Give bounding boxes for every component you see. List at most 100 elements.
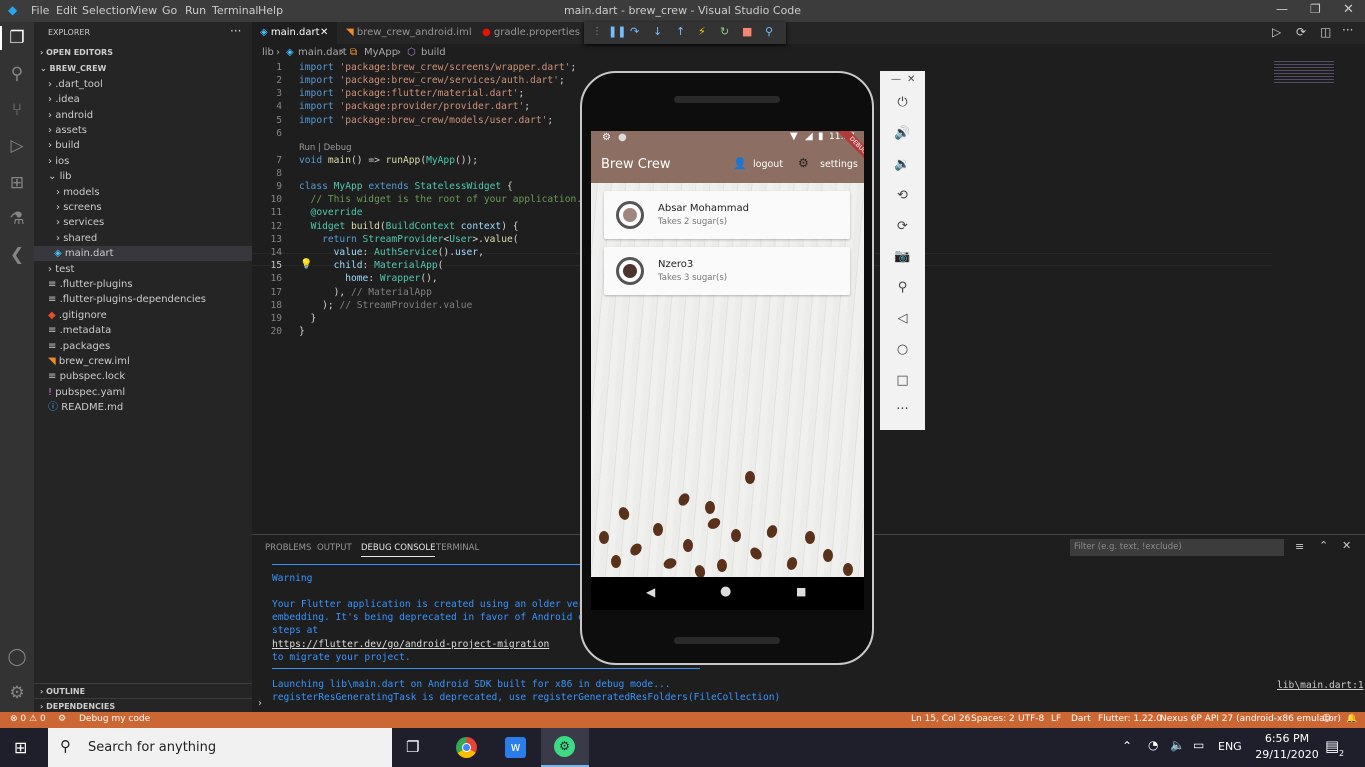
drag-handle-icon[interactable]: ⋮	[592, 26, 602, 37]
run-icon[interactable]: ▷	[1272, 25, 1281, 39]
volume-up-icon[interactable]: 🔊	[880, 126, 925, 141]
tree-item[interactable]: › ios	[34, 154, 252, 169]
settings-button[interactable]: settings	[820, 159, 858, 170]
battery-icon[interactable]: ▭	[1193, 738, 1204, 752]
network-icon[interactable]: ◔	[1148, 738, 1158, 752]
tree-item[interactable]: › screens	[34, 200, 252, 215]
minimize-emulator-icon[interactable]: —	[891, 74, 901, 85]
close-emulator-icon[interactable]: ✕	[907, 74, 915, 85]
tree-item[interactable]: ⌄ lib	[34, 169, 252, 184]
run-debug-icon[interactable]: ▷	[6, 135, 28, 157]
menu-go[interactable]: Go	[162, 4, 177, 17]
step-out-icon[interactable]: ↑	[676, 25, 685, 38]
tree-item[interactable]: ! pubspec.yaml	[34, 385, 252, 400]
extensions-icon[interactable]: ⊞	[6, 172, 28, 194]
tree-item[interactable]: ⓘ README.md	[34, 400, 252, 415]
tree-item[interactable]: ◥ brew_crew.iml	[34, 354, 252, 369]
tree-item[interactable]: ≡ .flutter-plugins-dependencies	[34, 292, 252, 307]
maximize-panel-icon[interactable]: ⌃	[1319, 539, 1328, 552]
tree-item[interactable]: ≡ .metadata	[34, 323, 252, 338]
stop-icon[interactable]: ■	[742, 25, 752, 38]
home-nav-icon[interactable]: ●	[720, 584, 731, 599]
hot-reload-icon[interactable]: ⚡	[698, 25, 706, 38]
chevron-up-icon[interactable]: ⌃	[1122, 739, 1132, 753]
pause-icon[interactable]: ❚❚	[608, 25, 626, 38]
action-center-icon[interactable]: ▤	[1325, 737, 1339, 755]
breadcrumb-class[interactable]: MyApp	[364, 47, 398, 58]
tree-item[interactable]: ≡ .flutter-plugins	[34, 277, 252, 292]
tab-brew-crew-iml[interactable]: ◥ brew_crew_android.iml	[338, 22, 473, 44]
menu-run[interactable]: Run	[185, 4, 206, 17]
back-icon[interactable]: ◁	[880, 311, 925, 326]
tab-problems[interactable]: PROBLEMS	[265, 543, 311, 553]
cursor-position[interactable]: Ln 15, Col 26	[911, 714, 970, 724]
menu-file[interactable]: File	[31, 4, 49, 17]
power-icon[interactable]: ⏻	[880, 95, 925, 110]
camera-icon[interactable]: 📷	[880, 249, 925, 264]
more-actions-icon[interactable]: ···	[230, 24, 241, 38]
step-over-icon[interactable]: ↷	[630, 25, 639, 38]
logout-button[interactable]: logout	[753, 159, 783, 170]
explorer-icon[interactable]: ❐	[6, 27, 28, 49]
close-window-icon[interactable]: ✕	[1343, 2, 1354, 17]
brew-card[interactable]: Nzero3 Takes 3 sugar(s)	[604, 247, 850, 295]
tree-item[interactable]: › .dart_tool	[34, 77, 252, 92]
android-studio-taskbar-item[interactable]: ⚙	[541, 728, 589, 767]
flutter-icon[interactable]: ❮	[6, 244, 28, 266]
recents-nav-icon[interactable]: ■	[796, 585, 806, 598]
tree-item[interactable]: › services	[34, 215, 252, 230]
tree-item[interactable]: ◆ .gitignore	[34, 308, 252, 323]
sway-app-icon[interactable]: w	[505, 737, 526, 758]
language-mode[interactable]: Dart	[1071, 714, 1091, 724]
bell-icon[interactable]: 🔔	[1346, 714, 1357, 724]
minimap[interactable]	[1274, 61, 1334, 85]
tree-item[interactable]: › models	[34, 185, 252, 200]
taskbar-search-box[interactable]: ⚲ Search for anything	[48, 728, 392, 767]
tree-item[interactable]: › .idea	[34, 92, 252, 107]
menu-edit[interactable]: Edit	[56, 4, 77, 17]
debug-run-icon[interactable]: ⟳	[1296, 25, 1306, 39]
clock-date[interactable]: 29/11/2020	[1251, 748, 1323, 761]
step-into-icon[interactable]: ↓	[653, 25, 662, 38]
feedback-icon[interactable]: ☺	[1322, 714, 1331, 724]
more-options-icon[interactable]: ···	[880, 402, 925, 417]
restore-icon[interactable]: ❐	[1310, 2, 1321, 16]
debug-config[interactable]: Debug my code	[79, 714, 150, 724]
brew-card[interactable]: Absar Mohammad Takes 2 sugar(s)	[604, 191, 850, 239]
settings-gear-icon[interactable]: ⚙	[6, 682, 28, 704]
project-root[interactable]: ⌄ BREW_CREW	[34, 61, 252, 76]
tree-item-selected[interactable]: ◈ main.dart	[34, 246, 252, 261]
tree-item[interactable]: › test	[34, 262, 252, 277]
outline-section[interactable]: › OUTLINE	[34, 683, 252, 698]
menu-help[interactable]: Help	[258, 4, 283, 17]
console-filter-input[interactable]: Filter (e.g. text, !exclude)	[1070, 539, 1284, 556]
breadcrumb-lib[interactable]: lib	[262, 47, 274, 58]
tab-gradle-properties[interactable]: ● gradle.properties	[474, 22, 584, 44]
clock-time[interactable]: 6:56 PM	[1259, 732, 1315, 745]
line-ending[interactable]: LF	[1051, 714, 1061, 724]
testing-icon[interactable]: ⚗	[6, 208, 28, 230]
indentation[interactable]: Spaces: 2	[971, 714, 1015, 724]
volume-down-icon[interactable]: 🔉	[880, 157, 925, 172]
tree-item[interactable]: › assets	[34, 123, 252, 138]
minimize-icon[interactable]: —	[1276, 2, 1288, 16]
chrome-icon[interactable]	[456, 737, 477, 758]
tab-terminal[interactable]: TERMINAL	[436, 543, 479, 553]
search-icon[interactable]: ⚲	[6, 63, 28, 85]
restart-icon[interactable]: ↻	[720, 25, 729, 38]
clear-console-icon[interactable]: ≡	[1295, 540, 1304, 553]
chevron-right-icon[interactable]: ›	[258, 698, 262, 709]
overview-icon[interactable]: □	[880, 373, 925, 388]
emulator-screen[interactable]: ⚙ ● ▼ ◢ ▮ 11:57 Brew Crew 👤 logout ⚙ set…	[591, 131, 864, 610]
volume-icon[interactable]: 🔈	[1170, 738, 1185, 752]
source-link[interactable]: lib\main.dart:1	[1277, 680, 1364, 691]
dependencies-section[interactable]: › DEPENDENCIES	[34, 698, 252, 713]
menu-terminal[interactable]: Terminal	[212, 4, 259, 17]
menu-view[interactable]: View	[131, 4, 157, 17]
tab-main-dart[interactable]: ◈ main.dart ✕	[252, 22, 337, 44]
tree-item[interactable]: › shared	[34, 231, 252, 246]
menu-selection[interactable]: Selection	[82, 4, 133, 17]
flutter-version[interactable]: Flutter: 1.22.0	[1098, 714, 1162, 724]
tree-item[interactable]: › build	[34, 138, 252, 153]
source-control-icon[interactable]: ⑂	[6, 99, 28, 121]
